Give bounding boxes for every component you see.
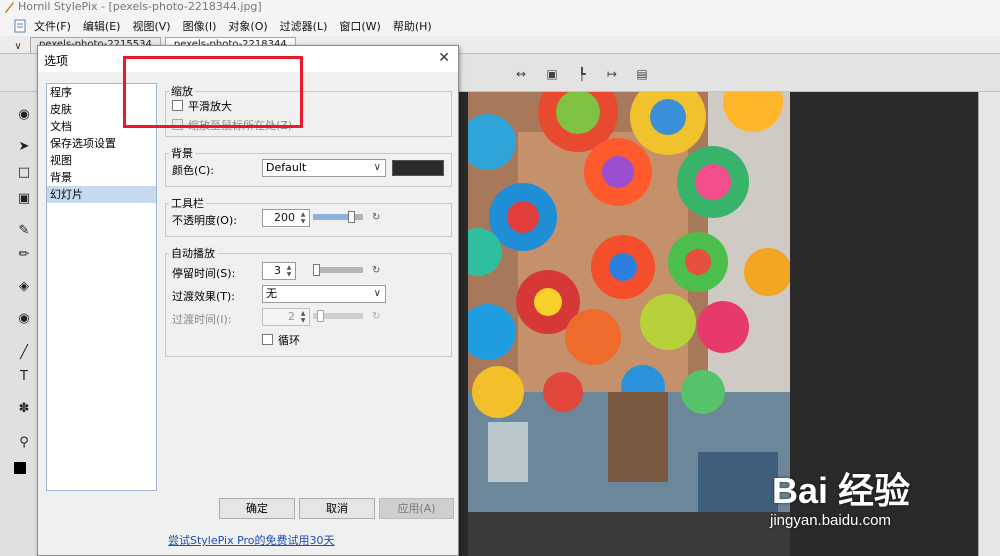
spinner-arrows-icon[interactable]: ▲ ▼ bbox=[284, 264, 294, 278]
transition-effect-value: 无 bbox=[266, 287, 277, 300]
crop-icon[interactable]: ▣ bbox=[14, 188, 34, 208]
close-icon[interactable]: ✕ bbox=[438, 50, 450, 66]
transition-effect-label: 过渡效果(T): bbox=[172, 290, 236, 303]
app-logo-icon bbox=[5, 2, 14, 13]
transition-time-spinner[interactable]: 2 ▲ ▼ bbox=[262, 308, 310, 326]
clone-icon[interactable]: ✏ bbox=[14, 244, 34, 264]
cancel-button[interactable]: 取消 bbox=[299, 498, 375, 519]
spinner-arrows-icon[interactable]: ▲ ▼ bbox=[298, 310, 308, 324]
transition-time-value: 2 bbox=[288, 310, 295, 323]
toolbar-group-label: 工具栏 bbox=[169, 195, 206, 211]
umbrella-photo bbox=[468, 92, 790, 556]
menu-help[interactable]: 帮助(H) bbox=[393, 18, 432, 34]
title-bar: Hornil StylePix - [pexels-photo-2218344.… bbox=[0, 0, 1000, 16]
background-color-select[interactable]: Default ∨ bbox=[262, 159, 386, 177]
effects-icon[interactable]: ✽ bbox=[14, 398, 34, 418]
opacity-label: 不透明度(O): bbox=[172, 214, 237, 227]
menu-edit[interactable]: 编辑(E) bbox=[83, 18, 121, 34]
transition-time-label: 过渡时间(I): bbox=[172, 313, 232, 326]
eye-icon[interactable]: ◉ bbox=[14, 104, 34, 124]
opacity-slider[interactable] bbox=[313, 211, 363, 223]
align-left-icon[interactable]: ┡ bbox=[574, 66, 590, 82]
background-group-label: 背景 bbox=[169, 145, 195, 161]
opacity-value: 200 bbox=[274, 211, 295, 224]
stay-time-slider[interactable] bbox=[313, 264, 363, 276]
reset-icon[interactable]: ↻ bbox=[372, 212, 380, 223]
stay-time-spinner[interactable]: 3 ▲ ▼ bbox=[262, 262, 296, 280]
photo-canvas bbox=[468, 92, 790, 556]
window-title: Hornil StylePix - [pexels-photo-2218344.… bbox=[18, 0, 262, 13]
line-icon[interactable]: ╱ bbox=[14, 342, 34, 362]
pro-trial-link[interactable]: 尝试StylePix Pro的免费试用30天 bbox=[168, 532, 335, 548]
transition-time-slider[interactable] bbox=[313, 310, 363, 322]
reset-icon[interactable]: ↻ bbox=[372, 311, 380, 322]
baidu-watermark: Bai 经验 jingyan.baidu.com bbox=[760, 448, 1000, 548]
menu-window[interactable]: 窗口(W) bbox=[339, 18, 380, 34]
red-eye-icon[interactable]: ◉ bbox=[14, 308, 34, 328]
menu-image[interactable]: 图像(I) bbox=[183, 18, 217, 34]
menu-filter[interactable]: 过滤器(L) bbox=[280, 18, 328, 34]
nav-item-save-options[interactable]: 保存选项设置 bbox=[47, 135, 156, 152]
ok-button[interactable]: 确定 bbox=[219, 498, 295, 519]
watermark-brand: Bai 经验 bbox=[772, 470, 911, 511]
menu-object[interactable]: 对象(O) bbox=[228, 18, 267, 34]
transition-effect-select[interactable]: 无 ∨ bbox=[262, 285, 386, 303]
spinner-arrows-icon[interactable]: ▲ ▼ bbox=[298, 211, 308, 225]
pointer-icon[interactable]: ➤ bbox=[14, 136, 34, 156]
stay-time-label: 停留时间(S): bbox=[172, 267, 236, 280]
menu-view[interactable]: 视图(V) bbox=[132, 18, 170, 34]
opacity-spinner[interactable]: 200 ▲ ▼ bbox=[262, 209, 310, 227]
apply-button[interactable]: 应用(A) bbox=[379, 498, 454, 519]
text-icon[interactable]: T bbox=[14, 366, 34, 386]
background-color-swatch[interactable] bbox=[392, 160, 444, 176]
fill-icon[interactable]: ◈ bbox=[14, 276, 34, 296]
foreground-color-icon[interactable] bbox=[14, 462, 26, 474]
background-color-label: 颜色(C): bbox=[172, 164, 214, 177]
menu-bar: 文件(F) 编辑(E) 视图(V) 图像(I) 对象(O) 过滤器(L) 窗口(… bbox=[0, 16, 1000, 36]
menu-file[interactable]: 文件(F) bbox=[34, 18, 71, 34]
chevron-down-icon: ∨ bbox=[373, 288, 381, 299]
nav-item-background[interactable]: 背景 bbox=[47, 169, 156, 186]
arrange-icon[interactable]: ▣ bbox=[544, 66, 560, 82]
swap-arrows-icon[interactable]: ↔ bbox=[513, 66, 529, 82]
opacity-slider-thumb[interactable] bbox=[348, 211, 355, 223]
watermark-site: jingyan.baidu.com bbox=[770, 512, 891, 529]
loop-checkbox[interactable] bbox=[262, 334, 273, 345]
canvas-size-icon[interactable]: ▤ bbox=[634, 66, 650, 82]
tool-palette: ◉ ➤ □ ▣ ✎ ✏ ◈ ◉ ╱ T ✽ ⚲ bbox=[0, 92, 42, 556]
brush-icon[interactable]: ✎ bbox=[14, 220, 34, 240]
opacity-slider-fill bbox=[313, 214, 352, 220]
zoom-icon[interactable]: ⚲ bbox=[14, 432, 34, 452]
dialog-title: 选项 bbox=[44, 54, 69, 68]
options-category-list: 程序 皮肤 文档 保存选项设置 视图 背景 幻灯片 bbox=[46, 83, 157, 491]
loop-label: 循环 bbox=[278, 334, 300, 347]
nav-item-view[interactable]: 视图 bbox=[47, 152, 156, 169]
marquee-icon[interactable]: □ bbox=[14, 162, 34, 182]
reset-icon[interactable]: ↻ bbox=[372, 265, 380, 276]
document-icon bbox=[14, 19, 26, 33]
background-color-value: Default bbox=[266, 161, 307, 174]
distribute-icon[interactable]: ↦ bbox=[604, 66, 620, 82]
transition-time-slider-thumb[interactable] bbox=[317, 310, 324, 322]
stay-time-value: 3 bbox=[274, 264, 281, 277]
nav-item-slideshow[interactable]: 幻灯片 bbox=[47, 186, 156, 203]
chevron-down-icon[interactable]: ∨ bbox=[10, 39, 26, 53]
highlight-annotation bbox=[123, 56, 303, 128]
autoplay-group-label: 自动播放 bbox=[169, 245, 217, 261]
stay-time-slider-thumb[interactable] bbox=[313, 264, 320, 276]
chevron-down-icon: ∨ bbox=[373, 162, 381, 173]
